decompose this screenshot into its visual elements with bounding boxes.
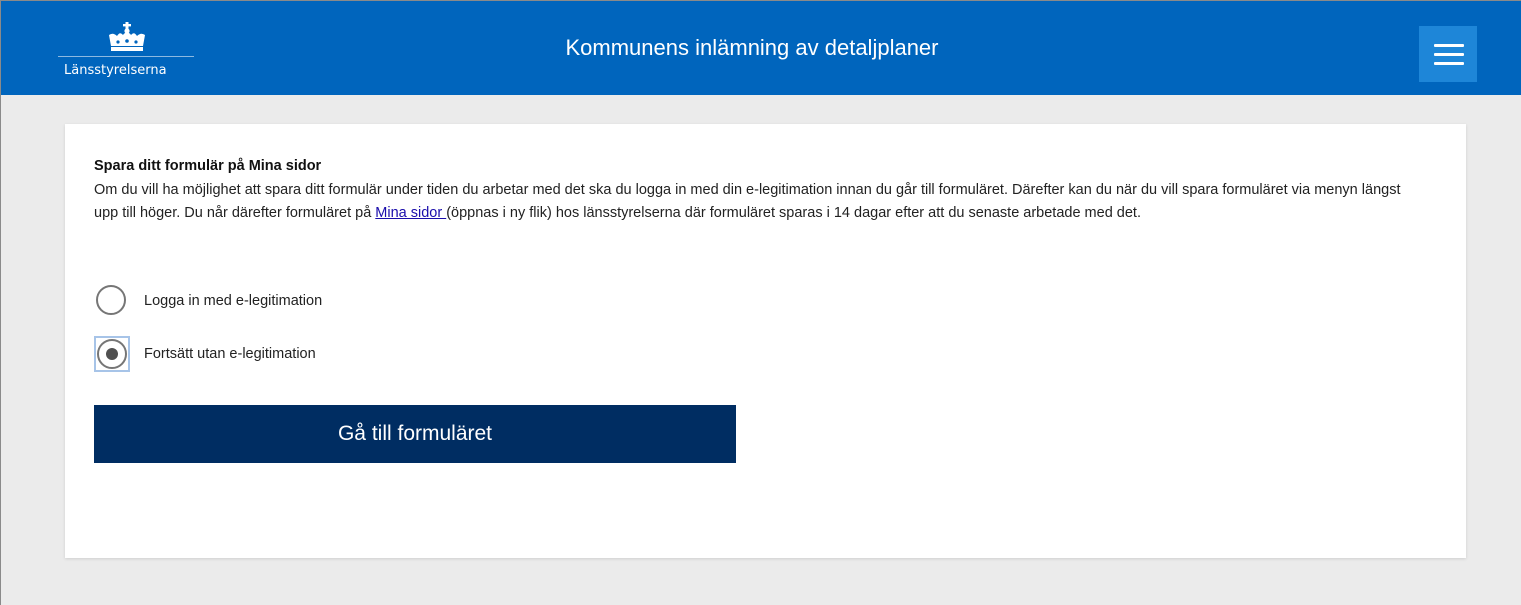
hamburger-menu-icon-bar [1434, 53, 1464, 56]
card-intro-text: Om du vill ha möjlighet att spara ditt f… [94, 179, 1414, 225]
intro-text-after-link: (öppnas i ny flik) hos länsstyrelserna d… [446, 205, 1141, 221]
hamburger-menu-icon-bar [1434, 62, 1464, 65]
mina-sidor-link[interactable]: Mina sidor [375, 205, 446, 221]
radio-login-with-eid[interactable] [94, 283, 130, 319]
option-label: Logga in med e-legitimation [144, 293, 323, 309]
option-login-with-eid[interactable]: Logga in med e-legitimation [94, 284, 322, 318]
option-continue-without-eid[interactable]: Fortsätt utan e-legitimation [94, 336, 316, 372]
radio-unselected-icon [96, 285, 126, 315]
radio-selected-icon [97, 339, 127, 369]
option-label: Fortsätt utan e-legitimation [144, 346, 316, 362]
login-choice-card: Spara ditt formulär på Mina sidor Om du … [65, 124, 1466, 558]
radio-continue-without-eid[interactable] [94, 336, 130, 372]
radio-dot [106, 348, 118, 360]
page-title: Kommunens inlämning av detaljplaner [565, 35, 939, 60]
hamburger-menu-button[interactable] [1419, 26, 1477, 82]
hamburger-menu-icon [1434, 44, 1464, 47]
site-header: Länsstyrelserna Kommunens inlämning av d… [1, 1, 1521, 95]
card-heading: Spara ditt formulär på Mina sidor [94, 158, 322, 174]
go-to-form-button[interactable]: Gå till formuläret [94, 405, 736, 463]
